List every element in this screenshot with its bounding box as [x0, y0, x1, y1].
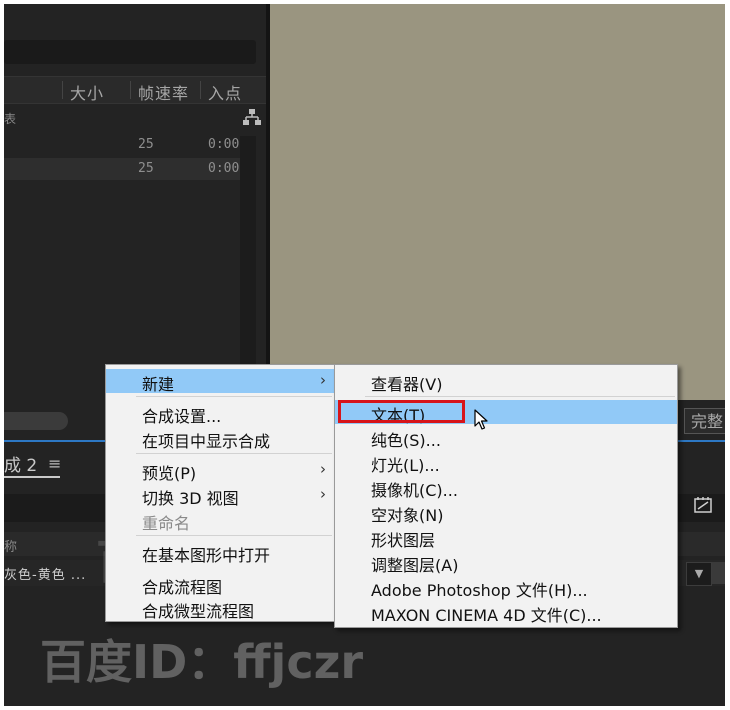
annotation-highlight-box — [338, 400, 465, 423]
menu-item-composition-flowchart[interactable]: 合成流程图 — [106, 572, 334, 597]
menu-separator — [136, 453, 332, 454]
submenu-item-adjustment-layer[interactable]: 调整图层(A) — [335, 550, 677, 575]
submenu-arrow-icon: › — [320, 371, 326, 389]
column-separator[interactable] — [130, 81, 131, 99]
submenu-item-solid[interactable]: 纯色(S)... — [335, 425, 677, 450]
tab-menu-icon[interactable]: ≡ — [48, 454, 61, 473]
submenu-arrow-icon: › — [320, 460, 326, 478]
menu-separator — [136, 396, 332, 397]
composition-viewer[interactable] — [270, 4, 725, 400]
project-horizontal-scrollbar[interactable] — [4, 412, 68, 430]
menu-item-reveal-in-project[interactable]: 在项目中显示合成 — [106, 426, 334, 451]
layer-name: 灰色-黄色 ... — [4, 568, 87, 583]
flowchart-icon[interactable] — [242, 108, 262, 126]
menu-item-rename: 重命名 — [142, 514, 191, 533]
project-row[interactable]: 25 0:00 — [4, 158, 240, 180]
column-fragment: 表 — [4, 112, 17, 126]
layer-row-end — [712, 562, 725, 584]
submenu-item-null-object[interactable]: 空对象(N) — [335, 500, 677, 525]
row-in-point: 0:00 — [208, 137, 240, 152]
column-size[interactable]: 大小 — [70, 80, 104, 104]
row-fps: 25 — [138, 137, 154, 152]
column-name-fragment: 称 — [4, 540, 18, 555]
project-column-header: 大小 帧速率 入点 — [4, 76, 266, 104]
motion-blur-icon[interactable] — [692, 494, 714, 516]
tab-composition-2[interactable]: 成 2 — [4, 451, 37, 476]
menu-item-composition-mini-flowchart[interactable]: 合成微型流程图 — [106, 596, 334, 621]
column-fps[interactable]: 帧速率 — [138, 80, 189, 104]
row-fps: 25 — [138, 161, 154, 176]
context-menu: 新建 › 合成设置... 在项目中显示合成 预览(P) › 切换 3D 视图 ›… — [105, 364, 335, 622]
submenu-item-light[interactable]: 灯光(L)... — [335, 450, 677, 475]
menu-item-preview[interactable]: 预览(P) › — [106, 458, 334, 483]
resolution-dropdown[interactable]: 完整 — [684, 408, 725, 434]
menu-separator — [365, 396, 675, 397]
menu-item-open-in-essential-graphics[interactable]: 在基本图形中打开 — [106, 540, 334, 565]
column-separator[interactable] — [200, 81, 201, 99]
tab-underline — [4, 476, 60, 478]
column-separator[interactable] — [62, 81, 63, 99]
submenu-item-cinema-4d-file[interactable]: MAXON CINEMA 4D 文件(C)... — [335, 600, 677, 625]
submenu-item-photoshop-file[interactable]: Adobe Photoshop 文件(H)... — [335, 575, 677, 600]
mouse-cursor-icon — [474, 409, 488, 430]
project-search-input[interactable] — [4, 40, 256, 64]
menu-item-switch-3d-view[interactable]: 切换 3D 视图 › — [106, 483, 334, 508]
submenu-arrow-icon: › — [320, 485, 326, 503]
project-row[interactable]: 25 0:00 — [4, 134, 240, 156]
submenu-item-viewer[interactable]: 查看器(V) — [335, 369, 677, 394]
menu-item-composition-settings[interactable]: 合成设置... — [106, 401, 334, 426]
submenu-item-camera[interactable]: 摄像机(C)... — [335, 475, 677, 500]
menu-separator — [136, 535, 332, 536]
menu-item-new[interactable]: 新建 › — [106, 369, 334, 394]
column-in-point[interactable]: 入点 — [208, 80, 242, 104]
row-in-point: 0:00 — [208, 161, 240, 176]
submenu-item-shape-layer[interactable]: 形状图层 — [335, 525, 677, 550]
chevron-down-icon[interactable]: ▼ — [686, 562, 712, 586]
